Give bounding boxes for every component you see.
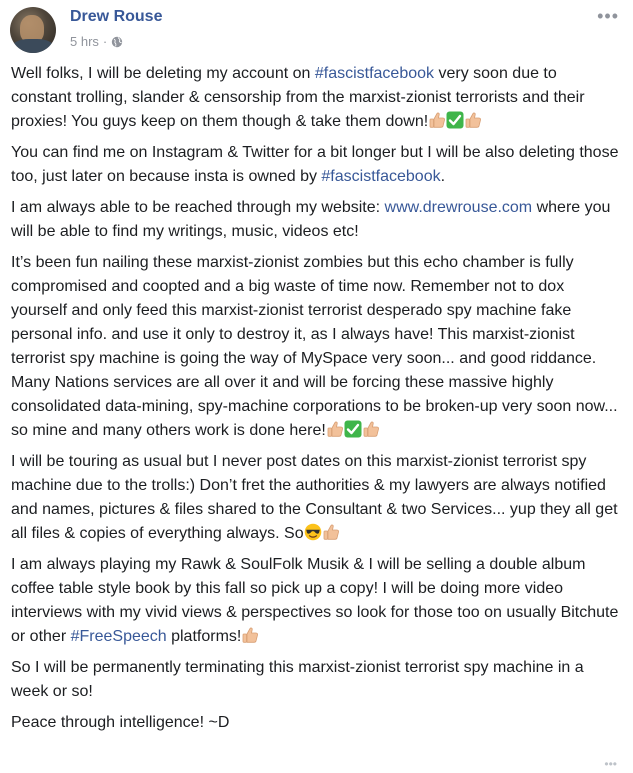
paragraph: So I will be permanently terminating thi… xyxy=(11,659,584,700)
text: . xyxy=(440,168,446,185)
post-timestamp[interactable]: 5 hrs xyxy=(70,34,99,49)
paragraph: It’s been fun nailing these marxist-zion… xyxy=(11,251,621,443)
check-mark-emoji xyxy=(446,111,464,129)
paragraph: You can find me on Instagram & Twitter f… xyxy=(11,141,621,189)
paragraph: I will be touring as usual but I never p… xyxy=(11,450,621,546)
post-header: Drew Rouse 5 hrs · ••• xyxy=(0,0,633,60)
website-link[interactable]: www.drewrouse.com xyxy=(385,199,533,216)
paragraph: Peace through intelligence! ~D xyxy=(11,714,230,731)
check-mark-emoji xyxy=(344,420,362,438)
paragraph: Well folks, I will be deleting my accoun… xyxy=(11,62,621,134)
sunglasses-emoji xyxy=(304,523,322,541)
thumbs-up-emoji xyxy=(362,420,380,438)
text: platforms! xyxy=(166,628,242,645)
paragraph: I am always able to be reached through m… xyxy=(11,196,621,244)
globe-icon[interactable] xyxy=(111,36,123,48)
paragraph: I am always playing my Rawk & SoulFolk M… xyxy=(11,553,621,649)
avatar[interactable] xyxy=(10,7,56,53)
thumbs-up-emoji xyxy=(428,111,446,129)
facebook-post: Drew Rouse 5 hrs · ••• Well folks, I wil… xyxy=(0,0,633,773)
avatar-shirt xyxy=(12,39,54,53)
text: You can find me on Instagram & Twitter f… xyxy=(11,144,619,185)
thumbs-up-emoji xyxy=(326,420,344,438)
thumbs-up-emoji xyxy=(464,111,482,129)
thumbs-up-emoji xyxy=(322,523,340,541)
more-horizontal-icon[interactable]: ••• xyxy=(604,757,617,771)
post-meta: 5 hrs · xyxy=(70,34,123,49)
hashtag-link[interactable]: #fascistfacebook xyxy=(315,65,434,82)
text: Well folks, I will be deleting my accoun… xyxy=(11,65,315,82)
more-horizontal-icon[interactable]: ••• xyxy=(597,6,619,27)
text: I am always able to be reached through m… xyxy=(11,199,385,216)
author-name[interactable]: Drew Rouse xyxy=(70,8,162,26)
thumbs-up-emoji xyxy=(241,626,259,644)
text: It’s been fun nailing these marxist-zion… xyxy=(11,254,618,439)
hashtag-link[interactable]: #fascistfacebook xyxy=(321,168,440,185)
hashtag-link[interactable]: #FreeSpeech xyxy=(71,628,167,645)
post-body: Well folks, I will be deleting my accoun… xyxy=(11,62,621,742)
meta-separator: · xyxy=(102,34,108,49)
